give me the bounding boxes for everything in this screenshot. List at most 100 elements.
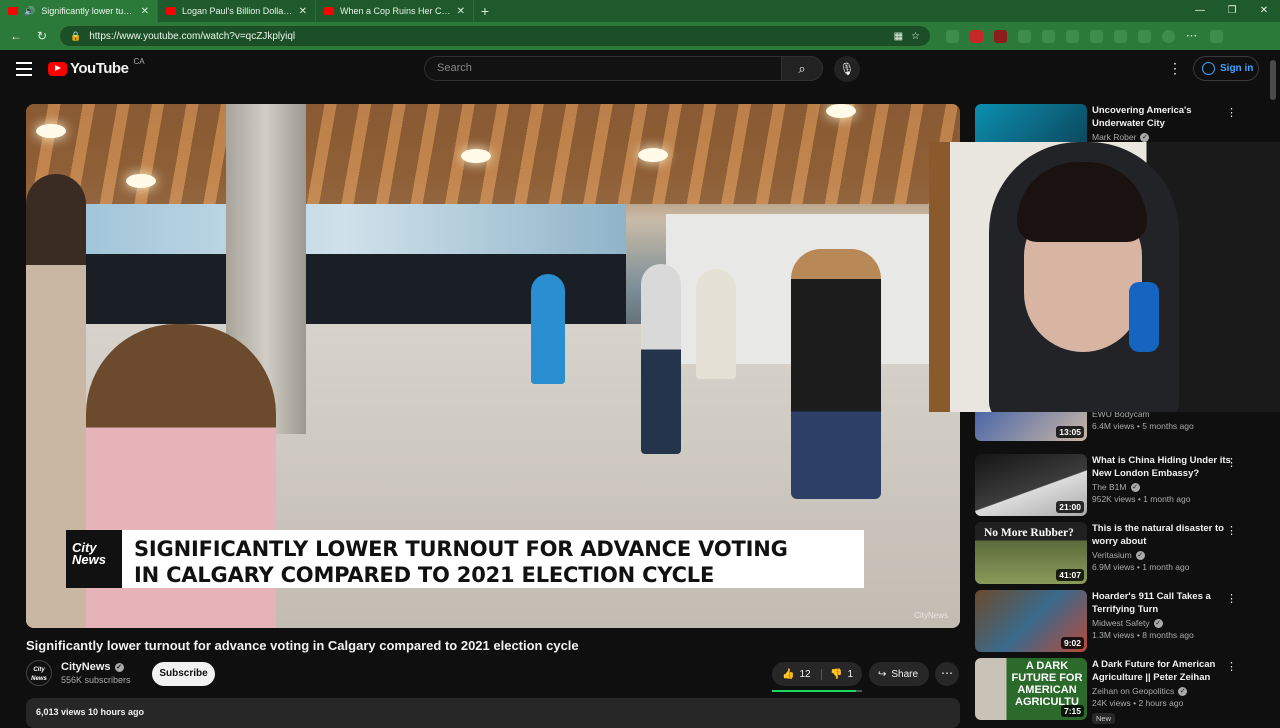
recommendation-channel[interactable]: The B1M xyxy=(1092,482,1127,492)
verified-check-icon: ✓ xyxy=(1140,132,1150,142)
masthead: YouTube CA Search ⌕ 🎙 ⋮ Sign in xyxy=(0,50,1280,100)
webcam-headset xyxy=(1129,282,1159,352)
reader-icon[interactable]: ▦ xyxy=(894,31,903,42)
headline-line-1: SIGNIFICANTLY LOWER TURNOUT FOR ADVANCE … xyxy=(134,537,788,561)
thumbs-up-icon: 👍 xyxy=(782,668,795,680)
recommendation-card[interactable]: 9:02 Hoarder's 911 Call Takes a Terrifyi… xyxy=(975,590,1255,652)
recommendation-title[interactable]: A Dark Future for American Agriculture |… xyxy=(1092,658,1232,684)
verified-check-icon: ✓ xyxy=(1153,618,1163,628)
tab-title: Significantly lower turnout fo... xyxy=(41,6,134,16)
video-options-icon[interactable]: ⋮ xyxy=(1226,456,1237,469)
video-duration: 21:00 xyxy=(1056,501,1084,513)
recommendation-meta: 952K views • 1 month ago xyxy=(1092,494,1191,504)
recommendation-channel[interactable]: Midwest Safety xyxy=(1092,618,1150,628)
extension-icon[interactable] xyxy=(946,29,959,43)
video-thumbnail[interactable]: 21:00 xyxy=(975,454,1087,516)
sign-in-label: Sign in xyxy=(1220,63,1254,74)
channel-name[interactable]: CityNews xyxy=(61,661,111,673)
close-tab-icon[interactable]: ✕ xyxy=(457,6,465,17)
recommendation-title[interactable]: This is the natural disaster to worry ab… xyxy=(1092,522,1232,548)
browser-tab[interactable]: Logan Paul's Billion Dollar PRIME ✕ xyxy=(158,0,316,22)
voice-search-button[interactable]: 🎙 xyxy=(834,56,860,82)
minimize-icon[interactable]: — xyxy=(1184,0,1216,22)
recommendation-title[interactable]: Uncovering America's Underwater City xyxy=(1092,104,1232,130)
views-and-date: 6,013 views 10 hours ago xyxy=(36,707,145,717)
lock-icon[interactable]: 🔒 xyxy=(70,31,81,42)
hamburger-menu-icon[interactable] xyxy=(16,62,32,76)
video-frame-person xyxy=(791,249,881,499)
video-options-icon[interactable]: ⋮ xyxy=(1226,592,1237,605)
thumbs-down-icon: 👎 xyxy=(830,668,843,680)
video-thumbnail[interactable]: 9:02 xyxy=(975,590,1087,652)
history-icon[interactable] xyxy=(1090,29,1103,43)
speaker-icon[interactable]: 🔊 xyxy=(24,6,35,17)
new-tab-icon[interactable]: + xyxy=(474,3,496,19)
downloads-icon[interactable] xyxy=(1114,29,1127,43)
extension-icon[interactable] xyxy=(1018,29,1031,43)
back-icon[interactable]: ← xyxy=(8,29,24,43)
favorites-icon[interactable] xyxy=(1066,29,1079,43)
search-input[interactable]: Search xyxy=(424,56,782,81)
subscribe-button[interactable]: Subscribe xyxy=(152,662,215,686)
recommendation-card[interactable]: A DARK FUTURE FOR AMERICAN AGRICULTU 7:1… xyxy=(975,658,1255,724)
video-frame-person xyxy=(696,269,736,379)
maximize-icon[interactable]: ❐ xyxy=(1216,0,1248,22)
address-bar[interactable]: 🔒 https://www.youtube.com/watch?v=qcZJkp… xyxy=(60,26,930,46)
recommendation-meta: 6.4M views • 5 months ago xyxy=(1092,421,1194,431)
video-player[interactable]: City News SIGNIFICANTLY LOWER TURNOUT FO… xyxy=(26,104,960,628)
browser-tab[interactable]: 🔊 Significantly lower turnout fo... ✕ xyxy=(0,0,158,22)
share-button[interactable]: ↪ Share xyxy=(869,662,929,686)
like-count: 12 xyxy=(799,668,811,680)
youtube-favicon-icon xyxy=(166,7,176,15)
share-label: Share xyxy=(891,668,919,680)
recommendation-title[interactable]: What is China Hiding Under its New Londo… xyxy=(1092,454,1232,480)
more-actions-button[interactable]: ⋯ xyxy=(935,662,959,686)
browser-menu-icon[interactable]: ⋯ xyxy=(1186,30,1199,43)
recommendation-card[interactable]: 21:00 What is China Hiding Under its New… xyxy=(975,454,1255,516)
video-frame-ceiling xyxy=(26,104,960,204)
favorite-star-icon[interactable]: ☆ xyxy=(911,31,920,42)
like-button[interactable]: 👍 12 xyxy=(772,668,822,680)
close-window-icon[interactable]: ✕ xyxy=(1248,0,1280,22)
close-tab-icon[interactable]: ✕ xyxy=(141,6,149,17)
video-frame-lamp xyxy=(36,124,66,138)
youtube-favicon-icon xyxy=(324,7,334,15)
sign-in-button[interactable]: Sign in xyxy=(1193,56,1259,81)
description-box[interactable]: 6,013 views 10 hours ago xyxy=(26,698,960,728)
close-tab-icon[interactable]: ✕ xyxy=(299,6,307,17)
extension-icon[interactable] xyxy=(994,29,1007,43)
channel-avatar[interactable]: City News xyxy=(26,660,52,686)
channel-name-row[interactable]: CityNews ✓ xyxy=(61,661,131,673)
window-controls: — ❐ ✕ xyxy=(1184,0,1280,22)
microphone-icon: 🎙 xyxy=(839,62,855,76)
recommendation-channel[interactable]: Zeihan on Geopolitics xyxy=(1092,686,1174,696)
recommendation-card[interactable]: No More Rubber? 41:07 This is the natura… xyxy=(975,522,1255,584)
recommendation-channel[interactable]: Veritasium xyxy=(1092,550,1132,560)
video-options-icon[interactable]: ⋮ xyxy=(1226,106,1237,119)
video-thumbnail[interactable]: A DARK FUTURE FOR AMERICAN AGRICULTU 7:1… xyxy=(975,658,1087,720)
screenshot-icon[interactable] xyxy=(1138,29,1151,43)
country-code: CA xyxy=(133,57,145,66)
settings-menu-icon[interactable]: ⋮ xyxy=(1168,60,1182,77)
profile-icon[interactable] xyxy=(1162,29,1175,43)
extensions-puzzle-icon[interactable] xyxy=(1042,29,1055,43)
youtube-logo[interactable]: YouTube CA xyxy=(48,57,145,77)
extension-icon[interactable] xyxy=(970,29,983,43)
refresh-icon[interactable]: ↻ xyxy=(34,29,50,43)
scrollbar[interactable] xyxy=(1270,60,1276,100)
dislike-button[interactable]: 👎 1 xyxy=(822,669,853,680)
recommendation-channel[interactable]: Mark Rober xyxy=(1092,132,1136,142)
video-options-icon[interactable]: ⋮ xyxy=(1226,524,1237,537)
search-button[interactable]: ⌕ xyxy=(781,56,823,81)
logo-wordmark: YouTube xyxy=(70,60,129,77)
video-thumbnail[interactable]: No More Rubber? 41:07 xyxy=(975,522,1087,584)
browser-tab[interactable]: When a Cop Ruins Her Career In ✕ xyxy=(316,0,474,22)
address-toolbar: ← ↻ 🔒 https://www.youtube.com/watch?v=qc… xyxy=(0,22,1280,50)
video-duration: 9:02 xyxy=(1060,637,1084,649)
recommendation-title[interactable]: Hoarder's 911 Call Takes a Terrifying Tu… xyxy=(1092,590,1232,616)
video-options-icon[interactable]: ⋮ xyxy=(1226,660,1237,673)
citynews-logo: City News xyxy=(66,530,122,588)
thumbnail-text: No More Rubber? xyxy=(984,527,1074,539)
sidebar-icon[interactable] xyxy=(1210,29,1223,43)
video-watermark: CityNews xyxy=(914,611,948,620)
